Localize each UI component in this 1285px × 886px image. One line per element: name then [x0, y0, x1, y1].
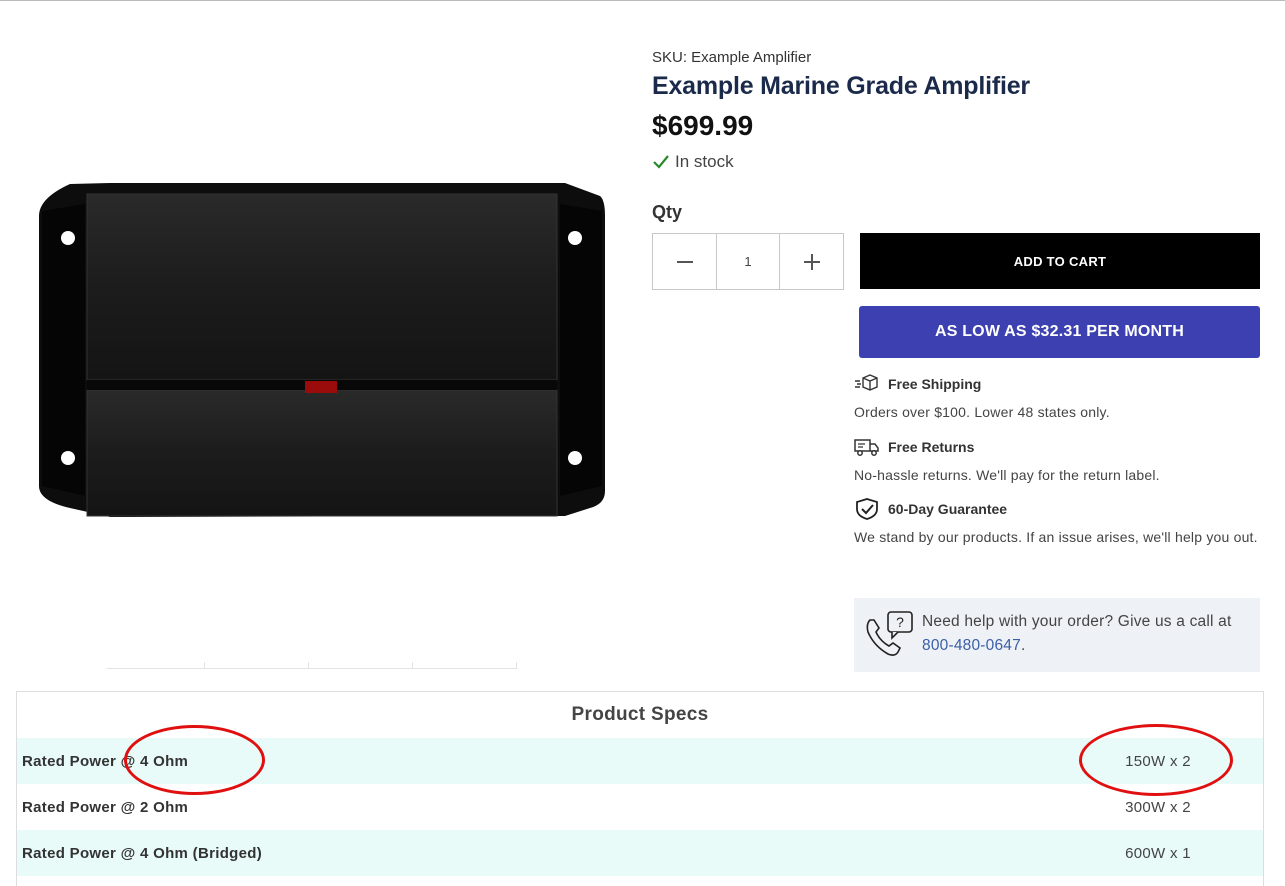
perk-description: No-hassle returns. We'll pay for the ret… [854, 467, 1160, 483]
qty-decrease-button[interactable] [653, 234, 716, 289]
shield-check-icon [856, 498, 878, 520]
svg-text:?: ? [896, 614, 904, 630]
product-title: Example Marine Grade Amplifier [652, 72, 1030, 100]
annotation-circle [1079, 724, 1233, 796]
perk-title: Free Returns [888, 439, 975, 455]
help-suffix: . [1020, 637, 1026, 654]
thumbnail-divider [516, 662, 517, 669]
plus-icon [803, 253, 820, 270]
perk-title: 60-Day Guarantee [888, 501, 1008, 517]
perk-description: Orders over $100. Lower 48 states only. [854, 404, 1110, 420]
qty-increase-button[interactable] [780, 234, 843, 289]
spec-value: 300W x 2 [1125, 798, 1191, 816]
product-image[interactable] [30, 176, 615, 526]
thumbnail-divider [412, 662, 413, 669]
help-text: Need help with your order? Give us a cal… [922, 610, 1250, 672]
box-shipping-icon [855, 374, 878, 391]
table-row: Rated Power @ 4 Ohm (Bridged) 600W x 1 [17, 830, 1263, 876]
stock-label: In stock [675, 152, 734, 171]
top-divider [0, 0, 1285, 1]
perk-free-returns: Free Returns No-hassle returns. We'll pa… [854, 436, 1264, 484]
qty-input[interactable]: 1 [716, 234, 780, 289]
phone-help-icon: ? [866, 611, 913, 656]
thumbnail-divider [204, 662, 205, 669]
annotation-circle [124, 725, 265, 795]
perk-guarantee: 60-Day Guarantee We stand by our product… [854, 498, 1264, 546]
stock-status: In stock [652, 152, 734, 172]
thumbnail-strip [107, 668, 517, 669]
perk-free-shipping: Free Shipping Orders over $100. Lower 48… [854, 373, 1264, 421]
spec-label: Rated Power @ 2 Ohm [22, 798, 189, 816]
perk-description: We stand by our products. If an issue ar… [854, 529, 1258, 545]
checkmark-icon [653, 155, 669, 169]
phone-link[interactable]: 800-480-0647 [922, 637, 1021, 654]
perk-title: Free Shipping [888, 376, 982, 392]
product-price: $699.99 [652, 110, 754, 141]
help-message: Need help with your order? Give us a cal… [922, 613, 1232, 630]
quantity-stepper: 1 [652, 233, 844, 290]
spec-value: 600W x 1 [1125, 844, 1191, 862]
spec-label: Rated Power @ 4 Ohm (Bridged) [22, 844, 263, 862]
financing-button[interactable]: AS LOW AS $32.31 PER MONTH [859, 306, 1260, 358]
delivery-truck-icon [854, 439, 879, 456]
product-sku: SKU: Example Amplifier [652, 49, 812, 66]
help-callout: ? Need help with your order? Give us a c… [854, 598, 1260, 672]
minus-icon [676, 260, 693, 263]
qty-label: Qty [652, 202, 683, 222]
thumbnail-divider [308, 662, 309, 669]
add-to-cart-button[interactable]: ADD TO CART [860, 233, 1260, 289]
